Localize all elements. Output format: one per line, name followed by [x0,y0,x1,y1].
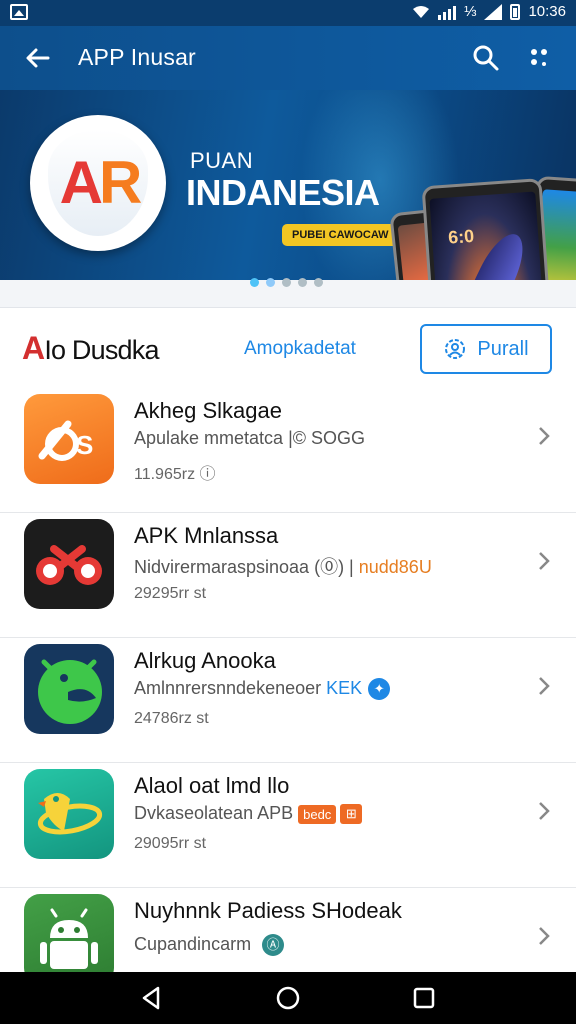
app-orange-icon: S [24,394,114,484]
banner-title: INDANESIA [186,172,380,213]
app-red-eyes-icon [24,519,114,609]
brand-logo: AIo Dusdka [22,330,159,366]
chevron-right-icon[interactable] [534,799,554,823]
filter-bar: AIo Dusdka Amopkadetat Purall [0,308,576,388]
list-item[interactable]: S Akheg Slkagae Apulake mmetatca |© SOGG… [0,388,576,513]
app-meta: 11.965rz ⓘ [134,466,216,483]
carousel-dot[interactable] [250,278,259,287]
page-title: APP Inusar [78,44,196,70]
category-link[interactable]: Amopkadetat [244,338,356,360]
list-item[interactable]: Nuyhnnk Padiess SHodeak Cupandincarm Ⓐ [0,888,576,984]
app-bar: APP Inusar [0,26,576,90]
status-bar: ⅓ 10:36 [0,0,576,26]
app-tag: nudd86U [358,557,432,577]
grid-badge-icon: ⊞ [340,804,363,825]
logo-letters: AR [59,149,143,216]
app-tag: KEK [326,678,363,698]
svg-text:S: S [76,430,93,460]
carousel-dot[interactable] [266,278,275,287]
promo-banner[interactable]: AR PUAN INDANESIA PUBEI CAWOCAW 6:0 [0,90,576,280]
app-badge: bedc [298,804,337,824]
status-icons: ⅓ 10:36 [412,3,566,20]
status-extra: ⅓ [463,3,477,20]
carousel-dot[interactable] [314,278,323,287]
app-list: S Akheg Slkagae Apulake mmetatca |© SOGG… [0,388,576,984]
app-desc: Dvkaseolatean APB bedc ⊞ [134,803,363,825]
gear-user-icon [445,339,466,359]
system-nav-bar [0,972,576,1024]
carousel-dots [250,278,323,287]
banner-footer [0,278,576,308]
chevron-right-icon[interactable] [534,549,554,573]
verified-badge-icon: ✦ [368,678,391,701]
app-name: Akheg Slkagae [134,398,282,423]
android-icon [24,894,114,984]
banner-subtitle: PUAN [190,148,254,173]
carousel-dot[interactable] [298,278,307,287]
phone-clock: 6:0 [447,225,475,248]
nav-recents-icon[interactable] [410,984,438,1012]
app-name: APK Mnlanssa [134,523,279,548]
status-time: 10:36 [528,3,566,20]
nav-home-icon[interactable] [274,984,302,1012]
list-item[interactable]: Alrkug Anooka Amlnnrersnndekeneoer KEK ✦ … [0,638,576,763]
nav-back-icon[interactable] [138,984,166,1012]
signal-icon [437,4,456,20]
purall-button-label: Purall [477,337,529,360]
app-meta: 29095rr st [134,835,207,852]
app-name: Nuyhnnk Padiess SHodeak [134,898,402,923]
phone-image-center: 6:0 [421,178,555,280]
banner-cta[interactable]: PUBEI CAWOCAW [282,224,399,246]
app-meta: 29295rr st [134,585,207,602]
app-desc: Nidvirermaraspsinoaa (⓪) | nudd86U [134,557,432,577]
app-desc: Apulake mmetatca |© SOGG [134,428,366,448]
app-teal-bird-icon [24,769,114,859]
app-name: Alrkug Anooka [134,648,276,673]
chevron-right-icon[interactable] [534,424,554,448]
a-badge-icon: Ⓐ [262,934,285,957]
purall-button[interactable]: Purall [420,324,552,374]
back-arrow-icon[interactable] [22,42,54,74]
app-desc: Amlnnrersnndekeneoer KEK ✦ [134,678,391,701]
network-icon [484,3,503,20]
chevron-right-icon[interactable] [534,674,554,698]
search-icon[interactable] [470,42,502,74]
chevron-right-icon[interactable] [534,924,554,948]
app-desc: Cupandincarm Ⓐ [134,934,285,957]
gallery-icon [10,4,28,20]
more-icon[interactable] [522,42,554,74]
app-meta: 24786rz st [134,710,209,727]
battery-icon [510,3,521,20]
list-item[interactable]: APK Mnlanssa Nidvirermaraspsinoaa (⓪) | … [0,513,576,638]
app-green-dino-icon [24,644,114,734]
app-name: Alaol oat lmd llo [134,773,290,798]
carousel-dot[interactable] [282,278,291,287]
wifi-icon [412,5,429,18]
list-item[interactable]: Alaol oat lmd llo Dvkaseolatean APB bedc… [0,763,576,888]
